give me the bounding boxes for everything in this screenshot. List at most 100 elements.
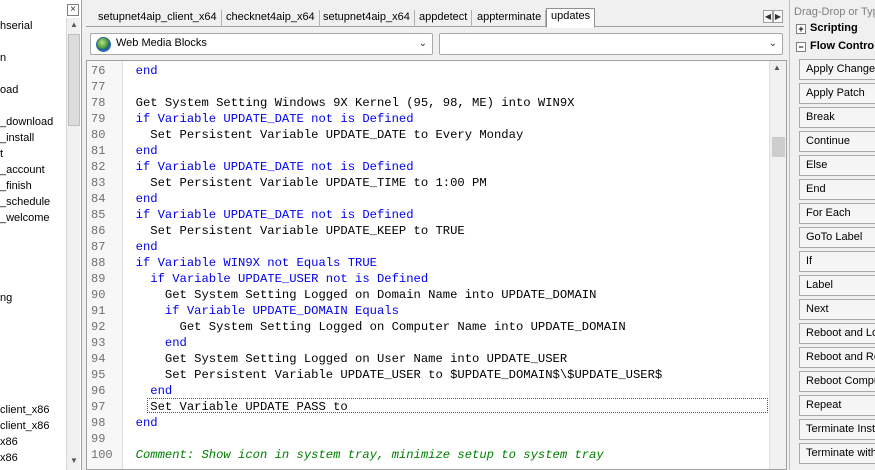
- action-button[interactable]: Apply Patch: [799, 83, 875, 104]
- scroll-up-icon[interactable]: ▲: [69, 20, 79, 29]
- code-line[interactable]: end: [121, 416, 158, 430]
- tab-navigation: ◀ ▶: [763, 10, 785, 24]
- action-button[interactable]: Else: [799, 155, 875, 176]
- scroll-down-icon[interactable]: ▼: [69, 456, 79, 465]
- palette-section[interactable]: − Flow Contro: [796, 40, 874, 56]
- tree-item[interactable]: oad: [0, 84, 18, 96]
- code-line[interactable]: Set Persistent Variable UPDATE_DATE to E…: [121, 128, 523, 142]
- globe-icon: [96, 37, 111, 52]
- action-palette: Drag-Drop or Typ + Scripting − Flow Contro …: [789, 0, 875, 470]
- secondary-dropdown[interactable]: ⌄: [439, 33, 783, 55]
- line-number: 81: [91, 144, 106, 158]
- tab-appterminate[interactable]: appterminate: [473, 10, 547, 27]
- tree-item[interactable]: ng: [0, 292, 12, 304]
- action-button[interactable]: Terminate Inst: [799, 419, 875, 440]
- tab-checknet4aip-x64[interactable]: checknet4aip_x64: [222, 10, 320, 27]
- code-line[interactable]: end: [121, 384, 172, 398]
- tree-item[interactable]: t: [0, 148, 3, 160]
- line-number: 92: [91, 320, 106, 334]
- tree-item[interactable]: client_x86: [0, 420, 50, 432]
- code-line[interactable]: end: [121, 192, 158, 206]
- code-line[interactable]: end: [121, 144, 158, 158]
- action-button[interactable]: End: [799, 179, 875, 200]
- expand-icon[interactable]: +: [796, 24, 806, 34]
- line-number: 79: [91, 112, 106, 126]
- tree-item[interactable]: x86: [0, 436, 18, 448]
- code-line[interactable]: Get System Setting Logged on User Name i…: [121, 352, 567, 366]
- code-line[interactable]: Set Persistent Variable UPDATE_USER to $…: [121, 368, 662, 382]
- tree-item[interactable]: _welcome: [0, 212, 50, 224]
- line-number: 99: [91, 432, 106, 446]
- code-line[interactable]: Set Persistent Variable UPDATE_TIME to 1…: [121, 176, 486, 190]
- block-category-value: Web Media Blocks: [116, 37, 207, 49]
- tree-item[interactable]: _account: [0, 164, 45, 176]
- palette-section[interactable]: + Scripting: [796, 22, 858, 38]
- code-line[interactable]: Get System Setting Logged on Domain Name…: [121, 288, 597, 302]
- code-line[interactable]: Set Persistent Variable UPDATE_KEEP to T…: [121, 224, 465, 238]
- block-category-dropdown[interactable]: Web Media Blocks ⌄: [90, 33, 433, 55]
- tab-setupnet4aip-client-x64[interactable]: setupnet4aip_client_x64: [94, 10, 222, 27]
- action-button[interactable]: Break: [799, 107, 875, 128]
- action-button[interactable]: Apply Changes: [799, 59, 875, 80]
- code-line[interactable]: end: [121, 64, 158, 78]
- tree-item[interactable]: _schedule: [0, 196, 50, 208]
- project-tree-panel[interactable]: hserial n oad _download _installt _account _fi…: [0, 0, 82, 470]
- tab-right-arrow-icon[interactable]: ▶: [773, 10, 783, 23]
- editor-scrollbar[interactable]: ▲: [769, 61, 786, 469]
- line-number: 82: [91, 160, 106, 174]
- tree-item[interactable]: hserial: [0, 20, 32, 32]
- code-line[interactable]: Comment: Show icon in system tray, minim…: [121, 448, 604, 462]
- action-button[interactable]: If: [799, 251, 875, 272]
- editor-scroll-thumb[interactable]: [772, 137, 785, 157]
- line-number: 85: [91, 208, 106, 222]
- action-button[interactable]: Repeat: [799, 395, 875, 416]
- action-button[interactable]: For Each: [799, 203, 875, 224]
- scroll-up-icon[interactable]: ▲: [773, 63, 781, 72]
- code-line[interactable]: if Variable UPDATE_DATE not is Defined: [121, 208, 414, 222]
- tree-item[interactable]: client_x86: [0, 404, 50, 416]
- line-number: 87: [91, 240, 106, 254]
- chevron-down-icon: ⌄: [418, 38, 427, 49]
- line-number: 88: [91, 256, 106, 270]
- line-number: 89: [91, 272, 106, 286]
- action-button[interactable]: Next: [799, 299, 875, 320]
- action-button[interactable]: Reboot and Re: [799, 347, 875, 368]
- collapse-icon[interactable]: −: [796, 42, 806, 52]
- tree-item[interactable]: _finish: [0, 180, 32, 192]
- script-tabs: setupnet4aip_client_x64 checknet4aip_x64 s…: [86, 8, 784, 28]
- action-button[interactable]: Terminate with: [799, 443, 875, 464]
- close-icon[interactable]: ×: [67, 4, 79, 16]
- action-button[interactable]: Continue: [799, 131, 875, 152]
- line-number: 98: [91, 416, 106, 430]
- code-line[interactable]: if Variable UPDATE_DOMAIN Equals: [121, 304, 399, 318]
- script-editor[interactable]: 76 end 77 78 Get System Setting Windows 9X…: [86, 60, 787, 470]
- code-line[interactable]: Get System Setting Logged on Computer Na…: [121, 320, 626, 334]
- action-button[interactable]: Reboot and Lo: [799, 323, 875, 344]
- code-line[interactable]: end: [121, 336, 187, 350]
- code-line[interactable]: if Variable UPDATE_USER not is Defined: [121, 272, 428, 286]
- line-number: 78: [91, 96, 106, 110]
- tree-item[interactable]: n: [0, 52, 6, 64]
- tab-setupnet4aip-x64[interactable]: setupnet4aip_x64: [319, 10, 415, 27]
- tree-item[interactable]: _download: [0, 116, 53, 128]
- line-number: 91: [91, 304, 106, 318]
- code-line[interactable]: Get System Setting Windows 9X Kernel (95…: [121, 96, 575, 110]
- current-line-highlight: [147, 398, 768, 413]
- tree-item[interactable]: _install: [0, 132, 34, 144]
- code-line[interactable]: end: [121, 240, 158, 254]
- tab-updates[interactable]: updates: [546, 8, 596, 28]
- tree-scroll-thumb[interactable]: [68, 34, 80, 126]
- line-number: 80: [91, 128, 106, 142]
- code-line[interactable]: if Variable UPDATE_DATE not is Defined: [121, 112, 414, 126]
- code-line[interactable]: if Variable WIN9X not Equals TRUE: [121, 256, 377, 270]
- action-button[interactable]: Reboot Compu: [799, 371, 875, 392]
- action-button[interactable]: GoTo Label: [799, 227, 875, 248]
- tree-scrollbar[interactable]: ▲ ▼: [66, 18, 80, 470]
- line-number: 86: [91, 224, 106, 238]
- tab-left-arrow-icon[interactable]: ◀: [763, 10, 773, 23]
- line-number: 96: [91, 384, 106, 398]
- tab-appdetect[interactable]: appdetect: [415, 10, 473, 27]
- code-line[interactable]: if Variable UPDATE_DATE not is Defined: [121, 160, 414, 174]
- action-button[interactable]: Label: [799, 275, 875, 296]
- tree-item[interactable]: x86: [0, 452, 18, 464]
